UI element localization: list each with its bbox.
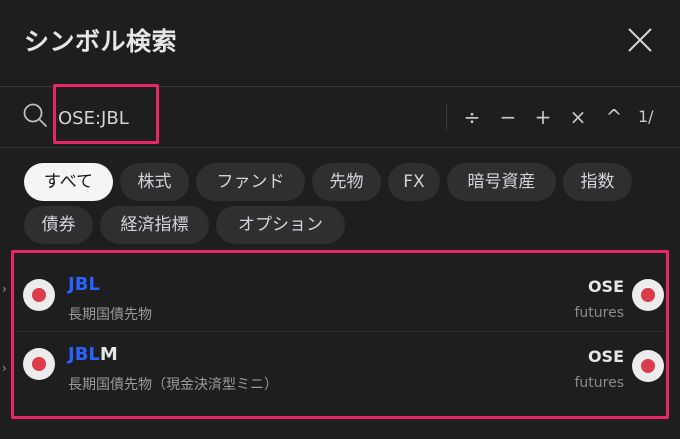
- close-button[interactable]: [626, 26, 654, 54]
- symbol-match: JBL: [68, 344, 100, 365]
- symbol-match: JBL: [68, 274, 100, 295]
- filter-all[interactable]: すべて: [24, 163, 113, 201]
- filter-fx[interactable]: FX: [388, 163, 440, 201]
- close-icon: [628, 28, 652, 52]
- dialog-header: シンボル検索: [0, 0, 680, 86]
- dialog-title: シンボル検索: [24, 27, 178, 56]
- result-type: futures: [574, 375, 624, 391]
- symbol-rest: M: [99, 344, 118, 365]
- multiply-button[interactable]: ×: [566, 101, 590, 133]
- result-symbol: JBL: [68, 274, 100, 295]
- filter-stocks[interactable]: 株式: [120, 163, 189, 201]
- filter-economic[interactable]: 経済指標: [100, 206, 209, 244]
- filter-futures[interactable]: 先物: [312, 163, 381, 201]
- search-icon: [23, 103, 47, 127]
- expand-arrow-icon[interactable]: ›: [2, 282, 7, 296]
- result-symbol: JBLM: [68, 344, 118, 365]
- exchange-flag-icon: [632, 350, 664, 382]
- search-input[interactable]: [58, 104, 298, 132]
- country-flag-icon: [23, 348, 55, 380]
- expand-arrow-icon[interactable]: ›: [2, 361, 7, 375]
- exchange-flag-icon: [632, 279, 664, 311]
- filter-indices[interactable]: 指数: [563, 163, 632, 201]
- divide-button[interactable]: ÷: [460, 101, 484, 133]
- toolbar-divider: [446, 103, 447, 131]
- search-bar: ÷ − + × ^ 1/: [0, 86, 680, 148]
- power-button[interactable]: ^: [602, 101, 626, 133]
- result-description: 長期国債先物: [68, 307, 152, 323]
- match-counter: 1/: [638, 107, 654, 126]
- filter-bonds[interactable]: 債券: [24, 206, 93, 244]
- minus-button[interactable]: −: [496, 101, 520, 133]
- result-exchange: OSE: [587, 277, 624, 296]
- result-type: futures: [574, 305, 624, 321]
- filter-options[interactable]: オプション: [216, 206, 345, 244]
- filter-funds[interactable]: ファンド: [196, 163, 305, 201]
- result-row[interactable]: › JBLM 長期国債先物（現金決済型ミニ） OSE futures: [0, 331, 680, 401]
- plus-button[interactable]: +: [531, 101, 555, 133]
- result-description: 長期国債先物（現金決済型ミニ）: [68, 377, 278, 393]
- filter-crypto[interactable]: 暗号資産: [447, 163, 556, 201]
- result-exchange: OSE: [587, 347, 624, 366]
- country-flag-icon: [23, 279, 55, 311]
- result-row[interactable]: › JBL 長期国債先物 OSE futures: [0, 252, 680, 323]
